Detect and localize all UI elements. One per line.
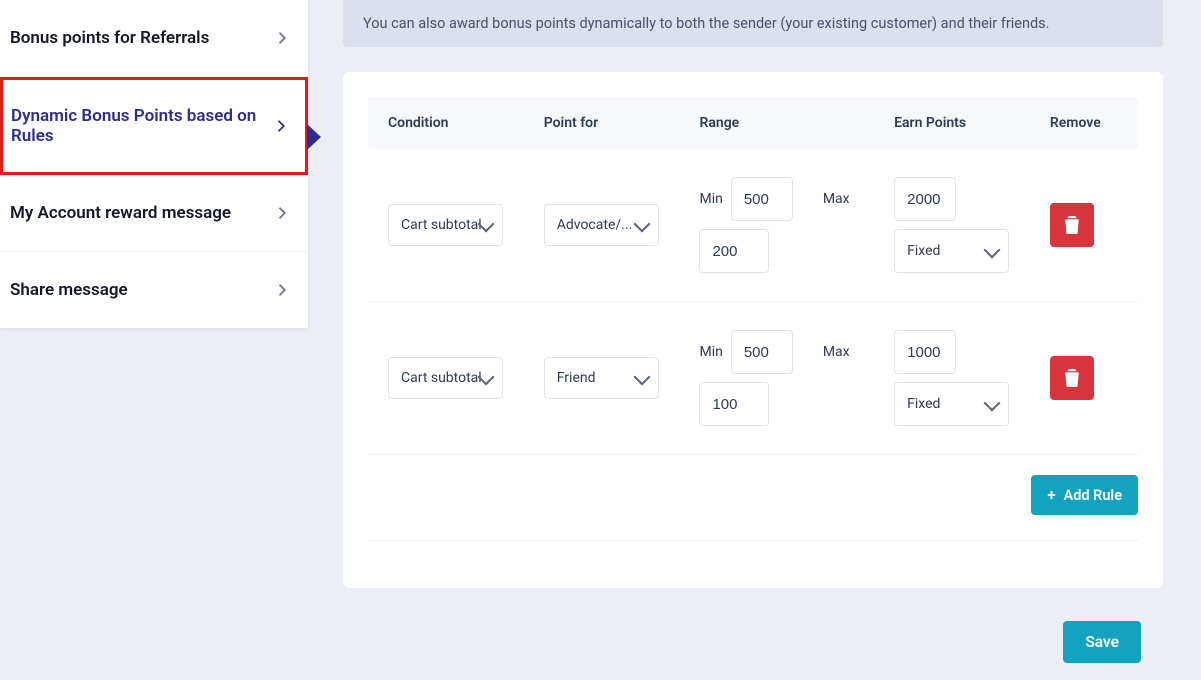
rules-table-header: Condition Point for Range Earn Points Re…	[368, 97, 1138, 149]
sidebar-item-bonus-referrals[interactable]: Bonus points for Referrals	[0, 0, 308, 77]
condition-select[interactable]: Cart subtotal	[388, 204, 503, 246]
min-label: Min	[699, 344, 722, 360]
col-header-earn: Earn Points	[894, 115, 1050, 131]
earn-type-value: Fixed	[907, 396, 940, 412]
rule-row: Cart subtotal Advocate/... Min Max	[368, 149, 1138, 302]
chevron-right-icon	[276, 31, 290, 45]
rule-row: Cart subtotal Friend Min Max	[368, 302, 1138, 455]
min-label: Min	[699, 191, 722, 207]
cell-remove	[1050, 203, 1118, 247]
rules-card: Condition Point for Range Earn Points Re…	[343, 72, 1163, 588]
cell-condition: Cart subtotal	[388, 357, 544, 399]
cell-point-for: Friend	[544, 357, 700, 399]
save-label: Save	[1085, 633, 1119, 651]
col-header-remove: Remove	[1050, 115, 1118, 131]
earn-value-input[interactable]	[894, 177, 956, 221]
cell-range: Min Max	[699, 330, 894, 426]
sidebar-item-label: Dynamic Bonus Points based on Rules	[11, 106, 269, 146]
cell-remove	[1050, 356, 1118, 400]
condition-select[interactable]: Cart subtotal	[388, 357, 503, 399]
chevron-right-icon	[276, 206, 290, 220]
condition-select-value: Cart subtotal	[401, 370, 482, 386]
add-rule-label: Add Rule	[1064, 487, 1122, 504]
trash-icon	[1064, 216, 1080, 234]
cell-earn: Fixed	[894, 177, 1050, 273]
point-for-select[interactable]: Advocate/...	[544, 204, 659, 246]
point-for-select-value: Advocate/...	[557, 217, 633, 233]
max-label: Max	[823, 191, 850, 207]
add-rule-row: + Add Rule	[368, 455, 1138, 541]
sidebar-item-label: My Account reward message	[10, 203, 231, 223]
save-button[interactable]: Save	[1063, 621, 1141, 663]
add-rule-button[interactable]: + Add Rule	[1031, 475, 1138, 515]
point-for-select-value: Friend	[557, 370, 596, 386]
col-header-condition: Condition	[388, 115, 544, 131]
col-header-range: Range	[699, 115, 894, 131]
sidebar-item-account-reward[interactable]: My Account reward message	[0, 175, 308, 252]
sidebar-item-dynamic-bonus[interactable]: Dynamic Bonus Points based on Rules	[0, 77, 308, 175]
remove-rule-button[interactable]	[1050, 356, 1094, 400]
max-label: Max	[823, 344, 850, 360]
extra-input[interactable]	[699, 229, 769, 273]
main-content: You can also award bonus points dynamica…	[343, 0, 1163, 588]
col-header-point-for: Point for	[544, 115, 700, 131]
chevron-right-icon	[275, 119, 289, 133]
sidebar-item-label: Share message	[10, 280, 128, 300]
trash-icon	[1064, 369, 1080, 387]
cell-range: Min Max	[699, 177, 894, 273]
min-input[interactable]	[731, 177, 793, 221]
cell-condition: Cart subtotal	[388, 204, 544, 246]
sidebar: Bonus points for Referrals Dynamic Bonus…	[0, 0, 308, 328]
earn-type-select[interactable]: Fixed	[894, 382, 1009, 426]
min-input[interactable]	[731, 330, 793, 374]
earn-type-value: Fixed	[907, 243, 940, 259]
cell-earn: Fixed	[894, 330, 1050, 426]
plus-icon: +	[1047, 486, 1055, 504]
cell-point-for: Advocate/...	[544, 204, 700, 246]
earn-type-select[interactable]: Fixed	[894, 229, 1009, 273]
extra-input[interactable]	[699, 382, 769, 426]
active-indicator-arrow	[307, 124, 321, 150]
earn-value-input[interactable]	[894, 330, 956, 374]
point-for-select[interactable]: Friend	[544, 357, 659, 399]
info-bar: You can also award bonus points dynamica…	[343, 0, 1163, 47]
sidebar-item-share-message[interactable]: Share message	[0, 252, 308, 328]
remove-rule-button[interactable]	[1050, 203, 1094, 247]
chevron-right-icon	[276, 283, 290, 297]
condition-select-value: Cart subtotal	[401, 217, 482, 233]
sidebar-item-label: Bonus points for Referrals	[10, 28, 209, 48]
card-footer-space	[368, 541, 1138, 563]
